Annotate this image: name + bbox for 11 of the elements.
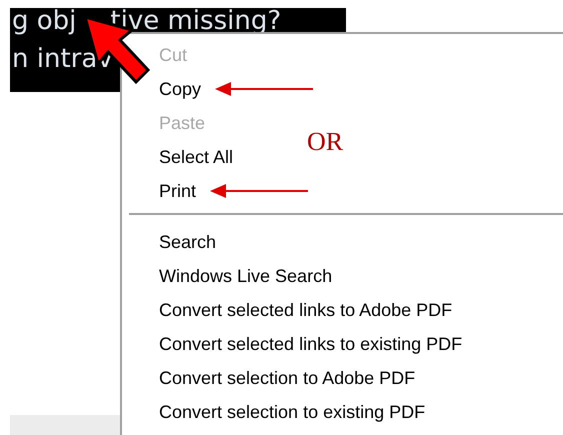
menu-item[interactable]: Convert selected links to Adobe PDF	[159, 300, 452, 320]
menu-item[interactable]: Select All	[159, 146, 234, 168]
menu-item[interactable]: Windows Live Search	[159, 266, 332, 286]
menu-item[interactable]: Convert selection to existing PDF	[159, 402, 426, 422]
annotation-label: OR	[307, 127, 344, 157]
menu-item[interactable]: Copy	[159, 78, 202, 100]
selected-text: g obj	[12, 5, 76, 38]
menu-item[interactable]: Search	[159, 232, 216, 252]
menu-item[interactable]: Print	[159, 180, 196, 202]
menu-item[interactable]: Convert selected links to existing PDF	[159, 334, 462, 354]
menu-item[interactable]: Convert selection to Adobe PDF	[159, 368, 416, 388]
